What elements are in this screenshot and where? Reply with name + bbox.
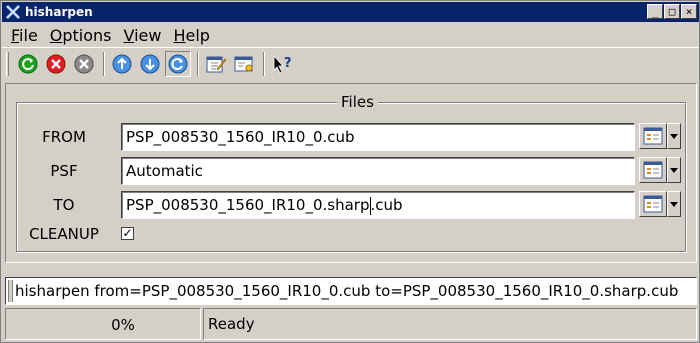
from-browse-button[interactable] [639,123,667,149]
menu-view[interactable]: View [119,26,167,45]
status-message: Ready [203,308,697,340]
reset-icon [74,54,94,73]
app-icon [4,3,22,21]
chevron-down-icon [670,133,678,139]
toolbar-separator [197,51,199,76]
toolbar: ? [2,47,699,79]
window-title: hisharpen [25,5,93,19]
status-bar: 0% Ready [5,308,697,340]
edit-icon [206,56,227,72]
toolbar-separator [103,51,105,76]
files-group-title: Files [337,93,378,111]
from-input[interactable]: PSP_008530_1560_IR10_0.cub [121,123,635,151]
menu-options[interactable]: Options [45,26,117,45]
from-label: FROM [42,128,86,146]
to-input[interactable]: PSP_008530_1560_IR10_0.sharp.cub [121,191,635,219]
preferences-button[interactable] [231,51,257,77]
stop-button[interactable] [43,51,69,77]
chevron-down-icon [670,201,678,207]
main-panel: Files FROM PSP_008530_1560_IR10_0.cub PS… [5,83,697,263]
command-line-text[interactable]: hisharpen from=PSP_008530_1560_IR10_0.cu… [15,282,678,300]
to-row: TO PSP_008530_1560_IR10_0.sharp.cub [17,191,687,221]
refresh-icon [168,54,188,73]
to-browse-button[interactable] [639,191,667,217]
command-line-grip[interactable] [8,280,13,302]
forward-button[interactable] [137,51,163,77]
file-browse-icon [643,161,663,179]
to-dropdown-button[interactable] [667,191,681,217]
progress-label: 0% [111,316,135,334]
close-button[interactable]: × [681,4,697,19]
run-icon [18,54,38,73]
whats-this-icon: ? [273,54,292,74]
files-group: Files FROM PSP_008530_1560_IR10_0.cub PS… [16,93,687,253]
forward-icon [140,54,160,73]
psf-input[interactable]: Automatic [121,157,635,185]
psf-row: PSF Automatic [17,157,687,187]
title-bar: hisharpen _ □ × [2,2,699,22]
preferences-icon [234,56,253,71]
cleanup-checkbox[interactable]: ✓ [121,227,134,240]
menu-help[interactable]: Help [168,26,214,45]
command-line: hisharpen from=PSP_008530_1560_IR10_0.cu… [5,277,697,305]
toolbar-grip[interactable] [6,51,9,76]
psf-label: PSF [50,162,78,180]
to-label: TO [53,196,75,214]
file-browse-icon [643,195,663,213]
maximize-button[interactable]: □ [664,4,680,19]
cleanup-label: CLEANUP [29,225,99,243]
back-button[interactable] [109,51,135,77]
whats-this-button[interactable]: ? [269,51,295,77]
svg-text:?: ? [284,56,292,71]
toolbar-separator [263,51,265,76]
psf-dropdown-button[interactable] [667,157,681,183]
menu-bar: File Options View Help [2,23,699,47]
chevron-down-icon [670,167,678,173]
minimize-button[interactable]: _ [647,4,663,19]
refresh-button[interactable] [165,50,191,77]
edit-button[interactable] [203,51,229,77]
progress-bar: 0% [5,308,201,340]
window-controls: _ □ × [647,4,697,19]
back-icon [112,54,132,73]
menu-file[interactable]: File [6,26,43,45]
from-dropdown-button[interactable] [667,123,681,149]
run-button[interactable] [15,51,41,77]
reset-button[interactable] [71,51,97,77]
from-row: FROM PSP_008530_1560_IR10_0.cub [17,123,687,153]
stop-icon [46,54,66,73]
app-window: hisharpen _ □ × File Options View Help ?… [0,0,700,343]
cleanup-row: CLEANUP ✓ [17,223,687,253]
psf-browse-button[interactable] [639,157,667,183]
file-browse-icon [643,127,663,145]
